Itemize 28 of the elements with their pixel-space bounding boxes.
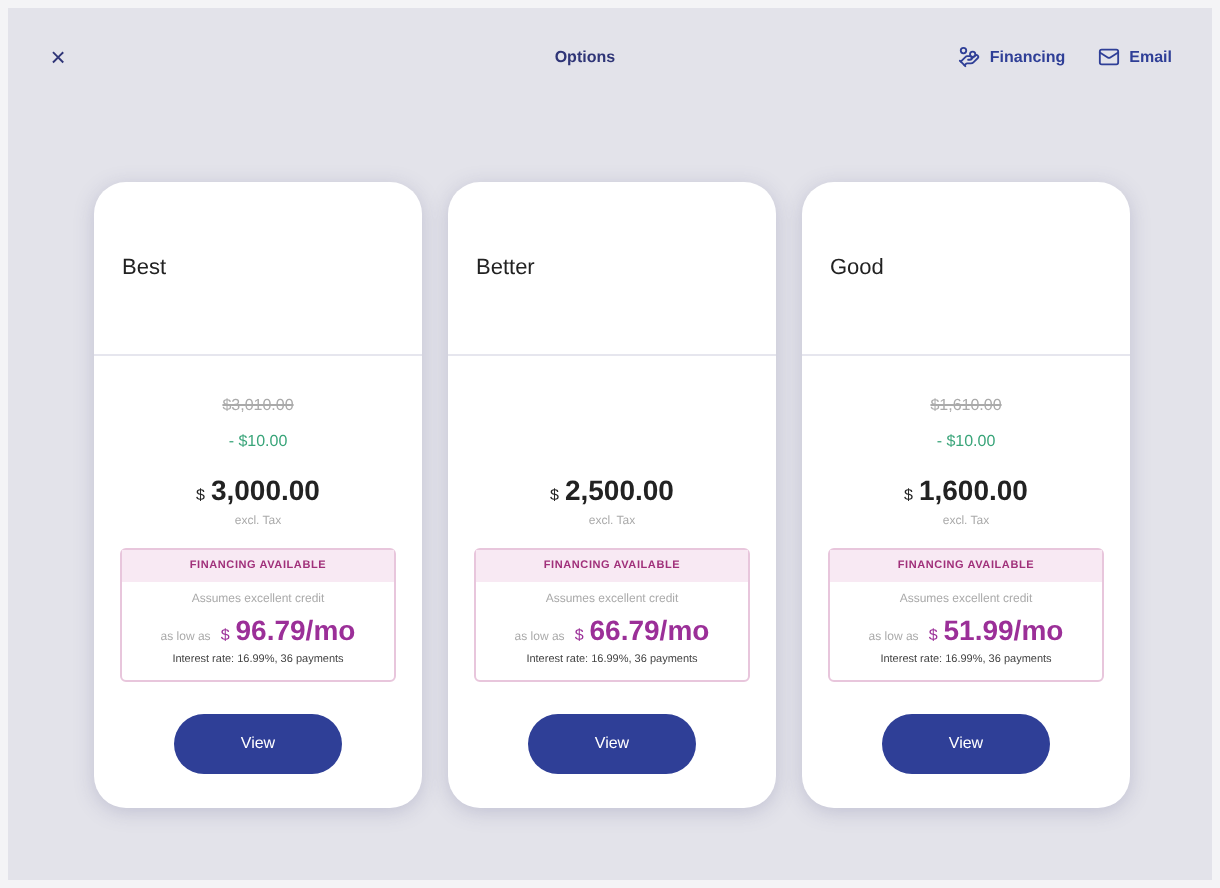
currency-symbol: $ [220,624,230,649]
price: 3,000.00 [210,472,320,510]
view-button[interactable]: View [528,714,696,775]
price: 2,500.00 [564,472,674,510]
close-button[interactable]: × [48,44,68,70]
currency-symbol: $ [928,624,938,649]
coins-hand-icon [957,46,980,68]
view-button[interactable]: View [174,714,342,775]
option-name: Good [830,253,884,284]
page-title: Options [554,45,616,69]
currency-symbol: $ [550,484,559,508]
monthly-payment: 96.79/mo [235,612,356,651]
discount: - $10.00 [228,430,288,454]
original-price: $1,610.00 [930,394,1002,418]
envelope-icon [1097,46,1120,68]
discount: - $10.00 [936,430,996,454]
currency-symbol: $ [196,484,205,508]
option-name: Better [476,253,535,284]
currency-symbol: $ [574,624,584,649]
view-button[interactable]: View [882,714,1050,775]
header-link[interactable]: Financing [957,45,1066,69]
currency-symbol: $ [904,484,913,508]
monthly-payment: 51.99/mo [943,612,1064,651]
option-name: Best [122,253,167,284]
header-link[interactable]: Email [1097,45,1172,69]
price: 1,600.00 [918,472,1028,510]
monthly-payment: 66.79/mo [589,612,710,651]
original-price: $3,010.00 [222,394,294,418]
